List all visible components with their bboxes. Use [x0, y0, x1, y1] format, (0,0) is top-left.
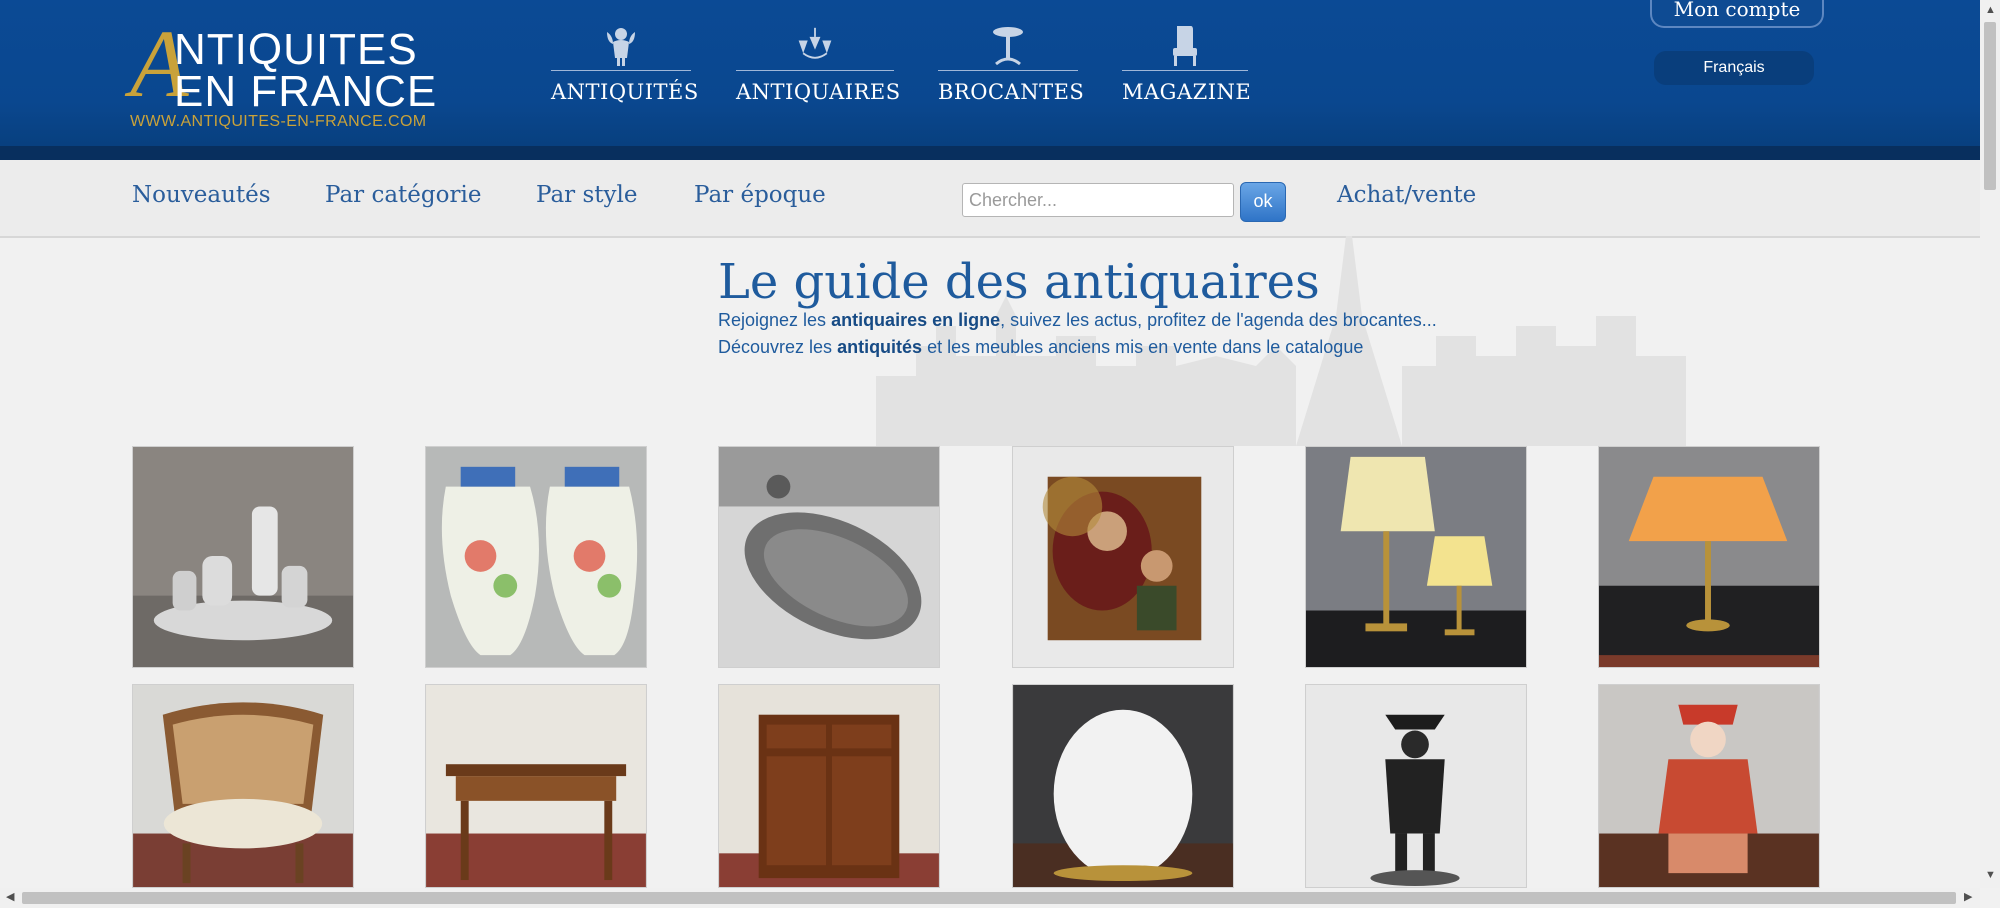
product-card-automaton-doll[interactable]	[1598, 684, 1820, 888]
logo-line-1: NTIQUITES	[174, 25, 418, 74]
product-image	[1013, 447, 1233, 667]
nav-divider	[551, 70, 691, 71]
product-card-icon-painting[interactable]	[1012, 446, 1234, 668]
product-card-writing-desk[interactable]	[425, 684, 647, 888]
nav-label: MAGAZINE	[1122, 80, 1252, 104]
product-card-porcelain-vases[interactable]	[425, 446, 647, 668]
product-card-pewter-dish[interactable]	[718, 446, 940, 668]
product-image	[1306, 447, 1526, 667]
horizontal-scroll-thumb[interactable]	[22, 892, 1956, 904]
product-card-cane-armchair[interactable]	[132, 684, 354, 888]
main-nav-magazine[interactable]: MAGAZINE	[1122, 24, 1252, 114]
nav-label: BROCANTES	[938, 80, 1085, 104]
subnav-par-epoque[interactable]: Par époque	[694, 182, 826, 208]
product-image	[719, 685, 939, 887]
cherub-icon	[607, 28, 635, 66]
hero-intro-line-1: Rejoignez les antiquaires en ligne, suiv…	[718, 310, 1437, 331]
main-nav-antiquaires[interactable]: ANTIQUAIRES	[736, 24, 901, 114]
nav-divider	[1122, 70, 1248, 71]
scroll-down-icon[interactable]: ▼	[1985, 870, 1996, 881]
search-input[interactable]	[962, 183, 1234, 217]
hero-text: Découvrez les	[718, 337, 838, 357]
product-image	[1306, 685, 1526, 887]
product-card-wooden-cabinet[interactable]	[718, 684, 940, 888]
product-image	[1013, 685, 1233, 887]
product-card-silver-tea-set[interactable]	[132, 446, 354, 668]
vertical-scroll-thumb[interactable]	[1984, 22, 1996, 190]
nav-divider	[938, 70, 1078, 71]
nav-label: ANTIQUAIRES	[736, 80, 901, 104]
scroll-right-icon[interactable]: ▶	[1964, 892, 1972, 903]
product-card-brass-table-lamp[interactable]	[1598, 446, 1820, 668]
nav-divider	[736, 70, 894, 71]
secondary-nav: Nouveautés Par catégorie Par style Par é…	[0, 160, 1980, 238]
main-nav-antiquites[interactable]: ANTIQUITÉS	[551, 24, 699, 114]
product-image	[426, 685, 646, 887]
language-selector[interactable]: Français	[1654, 51, 1814, 85]
subnav-par-categorie[interactable]: Par catégorie	[325, 182, 481, 208]
product-image	[1599, 447, 1819, 667]
site-logo[interactable]: A NTIQUITES EN FRANCE WWW.ANTIQUITES-EN-…	[130, 16, 450, 134]
subnav-nouveautes[interactable]: Nouveautés	[132, 182, 271, 208]
subnav-par-style[interactable]: Par style	[536, 182, 637, 208]
main-nav-brocantes[interactable]: BROCANTES	[938, 24, 1085, 114]
product-card-egg-lamp[interactable]	[1012, 684, 1234, 888]
hero-text: et les meubles anciens mis en vente dans…	[922, 337, 1364, 357]
product-image	[133, 685, 353, 887]
hero-text: , suivez les actus, profitez de l'agenda…	[1000, 310, 1437, 330]
logo-line-2: EN FRANCE	[174, 67, 438, 116]
nav-label: ANTIQUITÉS	[551, 80, 699, 104]
page-title: Le guide des antiquaires	[718, 254, 1320, 310]
vertical-scrollbar[interactable]: ▲ ▼	[1980, 0, 2000, 888]
hero-link-antiquites[interactable]: antiquités	[837, 337, 922, 357]
product-image	[719, 447, 939, 667]
product-image	[133, 447, 353, 667]
armchair-icon	[1173, 26, 1197, 66]
scroll-up-icon[interactable]: ▲	[1985, 5, 1996, 16]
product-card-napoleon-statue[interactable]	[1305, 684, 1527, 888]
site-header: A NTIQUITES EN FRANCE WWW.ANTIQUITES-EN-…	[0, 0, 1980, 146]
product-image	[426, 447, 646, 667]
search-ok-button[interactable]: ok	[1240, 182, 1286, 222]
logo-url: WWW.ANTIQUITES-EN-FRANCE.COM	[130, 113, 427, 130]
chandelier-icon	[798, 27, 832, 59]
account-button[interactable]: Mon compte	[1650, 0, 1824, 28]
scroll-left-icon[interactable]: ◀	[6, 892, 14, 903]
horizontal-scrollbar[interactable]: ◀ ▶	[0, 888, 1980, 908]
hero-text: Rejoignez les	[718, 310, 832, 330]
product-card-brass-lamps[interactable]	[1305, 446, 1527, 668]
hero-link-antiquaires[interactable]: antiquaires en ligne	[831, 310, 1000, 330]
hero-intro-line-2: Découvrez les antiquités et les meubles …	[718, 337, 1363, 358]
header-band	[0, 146, 1980, 160]
subnav-achat-vente[interactable]: Achat/vente	[1337, 182, 1476, 208]
pedestal-table-icon	[993, 27, 1023, 66]
product-image	[1599, 685, 1819, 887]
